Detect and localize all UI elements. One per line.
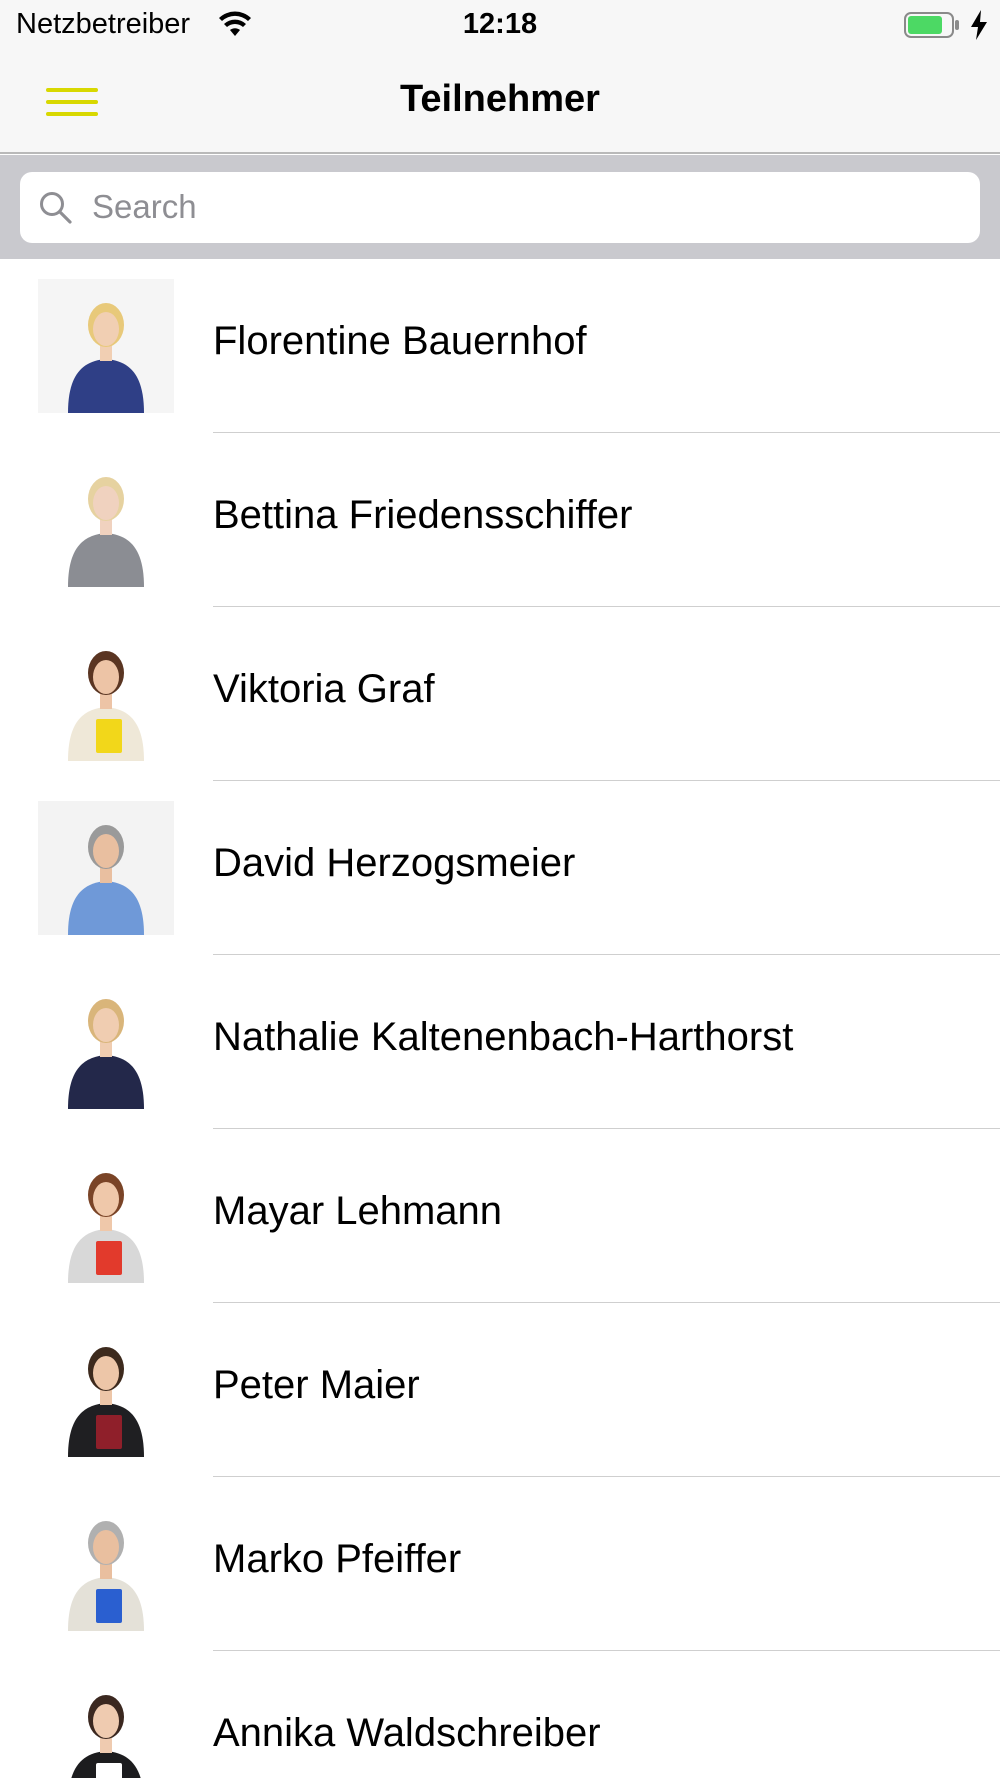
participant-row[interactable]: Marko Pfeiffer <box>0 1477 1000 1651</box>
avatar <box>38 453 174 587</box>
search-field[interactable] <box>20 172 980 243</box>
avatar <box>38 1671 174 1778</box>
participant-name: Viktoria Graf <box>213 667 435 711</box>
participant-name: Peter Maier <box>213 1363 420 1407</box>
status-bar: Netzbetreiber 12:18 <box>0 0 1000 50</box>
search-input[interactable] <box>92 182 952 232</box>
participant-row[interactable]: Peter Maier <box>0 1303 1000 1477</box>
navigation-bar: Teilnehmer <box>0 50 1000 154</box>
participant-row[interactable]: Bettina Friedensschiffer <box>0 433 1000 607</box>
avatar <box>38 279 174 413</box>
participant-row[interactable]: Viktoria Graf <box>0 607 1000 781</box>
participant-name: Nathalie Kaltenenbach-Harthorst <box>213 1015 794 1059</box>
participant-row[interactable]: Florentine Bauernhof <box>0 259 1000 433</box>
avatar <box>38 801 174 935</box>
avatar <box>38 1149 174 1283</box>
search-bar <box>0 155 1000 259</box>
participant-row[interactable]: Annika Waldschreiber <box>0 1651 1000 1778</box>
avatar <box>38 975 174 1109</box>
battery-icon <box>904 12 959 38</box>
participant-row[interactable]: Mayar Lehmann <box>0 1129 1000 1303</box>
participant-name: David Herzogsmeier <box>213 841 576 885</box>
search-icon <box>40 192 72 224</box>
avatar <box>38 1323 174 1457</box>
avatar <box>38 627 174 761</box>
participant-row[interactable]: Nathalie Kaltenenbach-Harthorst <box>0 955 1000 1129</box>
page-title: Teilnehmer <box>400 78 600 120</box>
participant-name: Florentine Bauernhof <box>213 319 587 363</box>
participant-row[interactable]: David Herzogsmeier <box>0 781 1000 955</box>
charging-bolt-icon <box>971 10 987 40</box>
avatar <box>38 1497 174 1631</box>
participant-name: Bettina Friedensschiffer <box>213 493 633 537</box>
clock: 12:18 <box>462 8 538 40</box>
participant-list: Florentine Bauernhof Bettina Friedenssch… <box>0 259 1000 1778</box>
participant-name: Marko Pfeiffer <box>213 1537 462 1581</box>
participant-name: Mayar Lehmann <box>213 1189 503 1233</box>
participant-name: Annika Waldschreiber <box>213 1711 601 1755</box>
